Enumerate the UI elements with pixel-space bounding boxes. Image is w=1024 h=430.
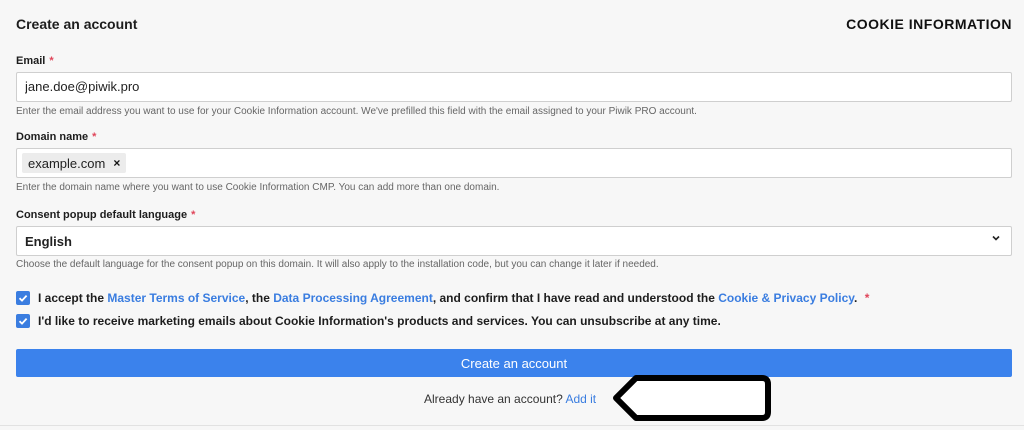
marketing-checkbox[interactable] <box>16 314 30 328</box>
terms-text: I accept the Master Terms of Service, th… <box>38 291 869 305</box>
create-account-button[interactable]: Create an account <box>16 349 1012 377</box>
page-title: Create an account <box>16 16 138 32</box>
domain-hint: Enter the domain name where you want to … <box>16 182 500 193</box>
terms-text-4: . <box>854 291 861 305</box>
marketing-row: I'd like to receive marketing emails abo… <box>16 313 721 329</box>
chevron-down-icon <box>992 235 1000 241</box>
terms-row: I accept the Master Terms of Service, th… <box>16 290 869 306</box>
language-hint: Choose the default language for the cons… <box>16 259 659 270</box>
required-marker: * <box>191 209 196 221</box>
divider <box>0 425 1024 426</box>
required-marker: * <box>864 291 870 305</box>
email-label-text: Email <box>16 55 46 67</box>
email-field-wrapper <box>16 72 1012 102</box>
checkmark-icon <box>18 294 28 302</box>
email-field[interactable] <box>17 73 1003 99</box>
domain-label: Domain name * <box>16 131 96 143</box>
email-hint: Enter the email address you want to use … <box>16 106 697 117</box>
add-account-link[interactable]: Add it <box>565 392 596 406</box>
domain-label-text: Domain name <box>16 131 89 143</box>
terms-text-1: I accept the <box>38 291 108 305</box>
brand-logo: COOKIE INFORMATION <box>846 16 1012 32</box>
domain-chip-label: example.com <box>28 155 106 171</box>
header: Create an account COOKIE INFORMATION <box>16 14 1012 36</box>
domain-input[interactable]: example.com × <box>16 148 1012 178</box>
checkmark-icon <box>18 317 28 325</box>
email-label: Email * <box>16 55 54 67</box>
domain-chip: example.com × <box>22 153 127 173</box>
already-have-account: Already have an account? Add it <box>424 392 596 406</box>
dpa-link[interactable]: Data Processing Agreement <box>273 291 433 305</box>
privacy-policy-link[interactable]: Cookie & Privacy Policy <box>718 291 854 305</box>
create-account-page: Create an account COOKIE INFORMATION Ema… <box>16 0 1012 430</box>
terms-checkbox[interactable] <box>16 291 30 305</box>
terms-text-2: , the <box>245 291 274 305</box>
already-text: Already have an account? <box>424 392 563 406</box>
required-marker: * <box>49 55 54 67</box>
marketing-text: I'd like to receive marketing emails abo… <box>38 314 721 328</box>
language-selected-value: English <box>25 234 72 249</box>
master-terms-link[interactable]: Master Terms of Service <box>107 291 245 305</box>
annotation-arrow-icon <box>613 375 771 421</box>
required-marker: * <box>92 131 97 143</box>
language-label: Consent popup default language * <box>16 209 195 221</box>
close-icon[interactable]: × <box>113 156 120 170</box>
language-label-text: Consent popup default language <box>16 209 188 221</box>
language-select[interactable]: English <box>16 226 1012 256</box>
terms-text-3: , and confirm that I have read and under… <box>432 291 719 305</box>
